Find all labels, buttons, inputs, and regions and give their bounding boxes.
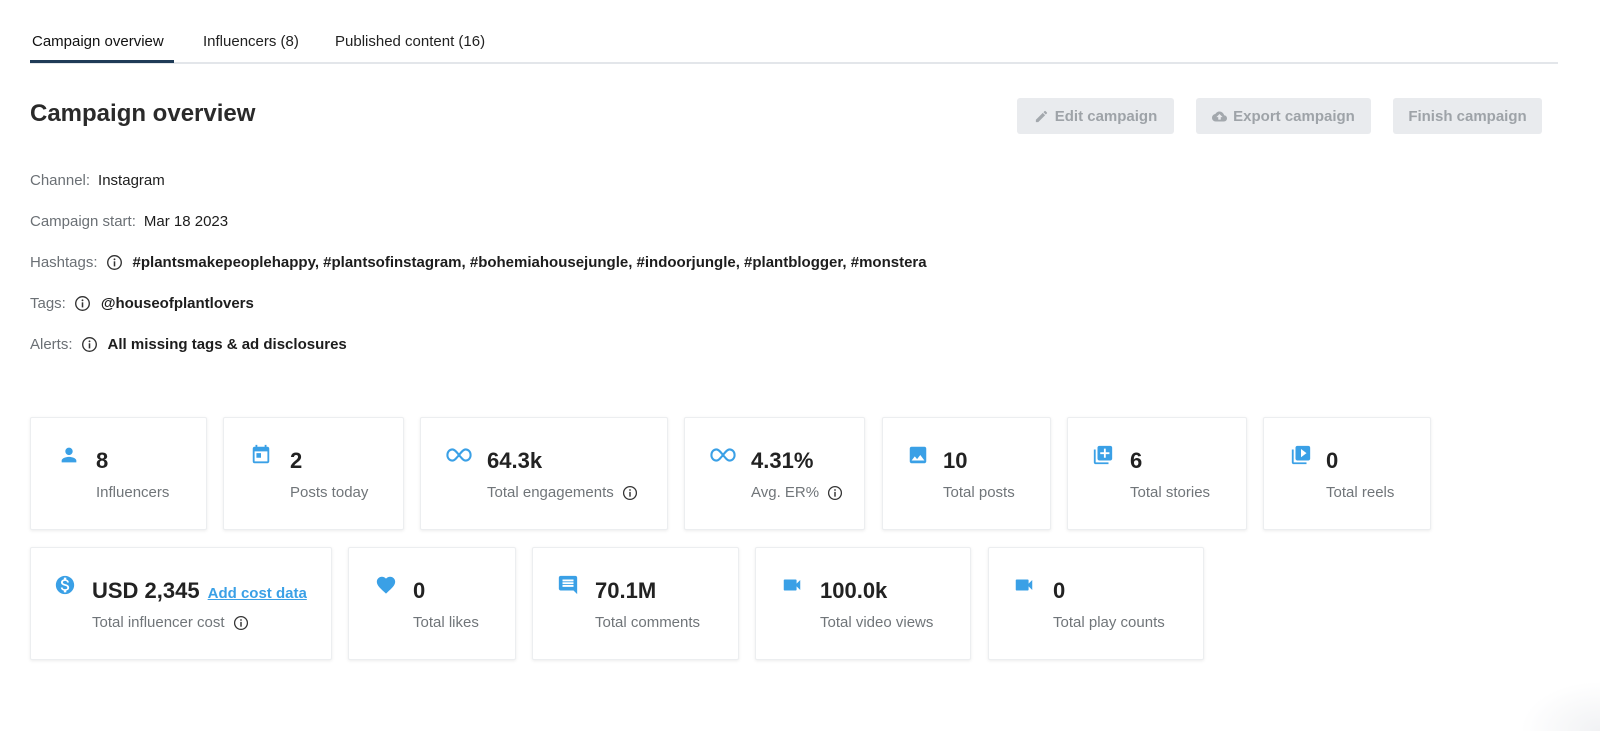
tab-bar: Campaign overview Influencers (8) Publis…: [30, 24, 1558, 64]
stat-value: USD 2,345: [92, 578, 200, 603]
person-icon: [58, 444, 80, 466]
campaign-start-label: Campaign start:: [30, 213, 136, 230]
stat-card-total-posts: 10 Total posts: [882, 417, 1051, 530]
infinity-icon: [446, 444, 472, 466]
info-icon[interactable]: [622, 485, 638, 501]
stat-label: Total comments: [595, 614, 701, 631]
dollar-icon: [54, 574, 76, 596]
stat-value: 2: [290, 448, 303, 473]
stat-card-total-influencer-cost: USD 2,345 Add cost data Total influencer …: [30, 547, 332, 660]
stat-label: Influencers: [96, 484, 170, 501]
stat-label: Total engagements: [487, 484, 638, 501]
stat-label: Total posts: [943, 484, 1015, 501]
stat-label: Total video views: [820, 614, 934, 631]
stat-label: Avg. ER%: [751, 484, 843, 501]
alerts-label: Alerts:: [30, 336, 73, 353]
finish-campaign-label: Finish campaign: [1408, 107, 1527, 125]
stat-card-total-likes: 0 Total likes: [348, 547, 516, 660]
hashtags-row: Hashtags: #plantsmakepeoplehappy, #plant…: [30, 254, 927, 271]
stat-label: Total play counts: [1053, 614, 1165, 631]
finish-campaign-button[interactable]: Finish campaign: [1393, 98, 1542, 134]
corner-shadow: [1520, 681, 1600, 731]
stat-value: 10: [943, 448, 968, 473]
info-icon[interactable]: [74, 295, 91, 312]
reel-icon: [1290, 444, 1312, 466]
stat-value: 6: [1130, 448, 1143, 473]
cost-value-group: USD 2,345 Add cost data: [92, 578, 307, 604]
stat-card-total-reels: 0 Total reels: [1263, 417, 1431, 530]
campaign-start-row: Campaign start: Mar 18 2023: [30, 213, 228, 230]
tab-published-content[interactable]: Published content (16): [335, 33, 485, 50]
cloud-upload-icon: [1212, 109, 1228, 124]
stat-value: 64.3k: [487, 448, 543, 473]
stat-card-posts-today: 2 Posts today: [223, 417, 404, 530]
info-icon[interactable]: [827, 485, 843, 501]
stat-value: 8: [96, 448, 109, 473]
add-story-icon: [1092, 444, 1114, 466]
stat-label: Total stories: [1130, 484, 1211, 501]
export-campaign-button[interactable]: Export campaign: [1196, 98, 1371, 134]
info-icon[interactable]: [233, 615, 249, 631]
stat-label: Total reels: [1326, 484, 1395, 501]
comment-icon: [557, 574, 579, 596]
tab-influencers[interactable]: Influencers (8): [203, 33, 299, 50]
channel-row: Channel: Instagram: [30, 172, 165, 189]
stat-label: Posts today: [290, 484, 369, 501]
stat-card-total-stories: 6 Total stories: [1067, 417, 1247, 530]
edit-campaign-button[interactable]: Edit campaign: [1017, 98, 1174, 134]
stat-card-total-engagements: 64.3k Total engagements: [420, 417, 668, 530]
stat-value: 0: [413, 578, 426, 603]
calendar-icon: [250, 444, 272, 466]
hashtags-value: #plantsmakepeoplehappy, #plantsofinstagr…: [132, 254, 927, 271]
alerts-value: All missing tags & ad disclosures: [107, 336, 347, 353]
tags-row: Tags: @houseofplantlovers: [30, 295, 254, 312]
image-icon: [907, 444, 929, 466]
export-campaign-label: Export campaign: [1233, 107, 1355, 125]
page-title: Campaign overview: [30, 100, 256, 127]
tab-campaign-overview[interactable]: Campaign overview: [32, 33, 164, 50]
add-cost-data-link[interactable]: Add cost data: [208, 585, 307, 602]
stat-card-avg-er: 4.31% Avg. ER%: [684, 417, 865, 530]
heart-icon: [375, 574, 397, 596]
stat-label: Total likes: [413, 614, 479, 631]
stat-value: 100.0k: [820, 578, 888, 603]
tags-value: @houseofplantlovers: [100, 295, 254, 312]
video-camera-icon: [1013, 574, 1035, 596]
stat-value: 0: [1326, 448, 1339, 473]
channel-value: Instagram: [98, 172, 165, 189]
stat-card-total-video-views: 100.0k Total video views: [755, 547, 971, 660]
active-tab-indicator: [30, 60, 174, 63]
tags-label: Tags:: [30, 295, 66, 312]
channel-label: Channel:: [30, 172, 91, 189]
stat-value: 4.31%: [751, 448, 814, 473]
hashtags-label: Hashtags:: [30, 254, 98, 271]
stat-value: 70.1M: [595, 578, 657, 603]
campaign-start-value: Mar 18 2023: [143, 213, 229, 230]
infinity-icon: [710, 444, 736, 466]
stat-card-total-comments: 70.1M Total comments: [532, 547, 739, 660]
edit-campaign-label: Edit campaign: [1054, 107, 1158, 125]
stat-card-total-play-counts: 0 Total play counts: [988, 547, 1204, 660]
video-camera-icon: [781, 574, 803, 596]
pencil-icon: [1034, 109, 1049, 124]
info-icon[interactable]: [106, 254, 123, 271]
stat-label: Total influencer cost: [92, 614, 249, 631]
stat-card-influencers: 8 Influencers: [30, 417, 207, 530]
alerts-row: Alerts: All missing tags & ad disclosure…: [30, 336, 347, 353]
info-icon[interactable]: [81, 336, 98, 353]
stat-value: 0: [1053, 578, 1066, 603]
